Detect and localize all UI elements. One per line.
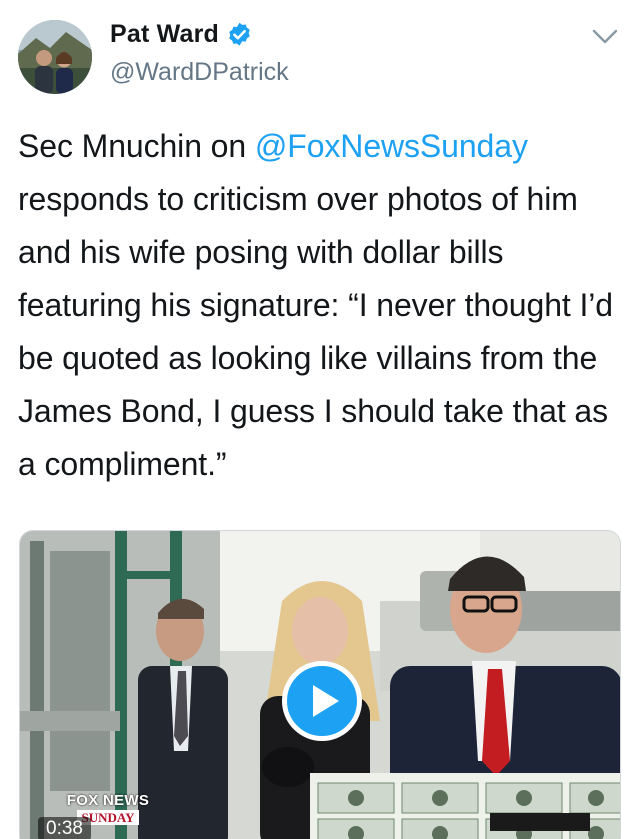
user-name-row[interactable]: Pat Ward [110, 20, 253, 49]
avatar-image [18, 20, 92, 94]
logo-line-1: FOX NEWS [66, 792, 150, 809]
display-name[interactable]: Pat Ward [110, 20, 219, 49]
play-icon [313, 685, 339, 717]
tweet-text-part: Sec Mnuchin on [18, 128, 255, 164]
tweet-text: Sec Mnuchin on @FoxNewsSunday responds t… [18, 120, 623, 491]
user-handle[interactable]: @WardDPatrick [110, 58, 289, 87]
mention-link[interactable]: @FoxNewsSunday [255, 128, 528, 164]
tweet-card[interactable]: Pat Ward @WardDPatrick Sec Mnuchin on @F… [0, 0, 639, 839]
chevron-down-icon[interactable] [590, 26, 620, 48]
verified-badge-icon [226, 21, 253, 48]
tweet-text-part: responds to criticism over photos of him… [18, 181, 613, 482]
play-button[interactable] [282, 661, 362, 741]
video-duration: 0:38 [38, 817, 91, 839]
avatar[interactable] [18, 20, 92, 94]
video-player[interactable]: FOX NEWS SUNDAY 0:38 [19, 530, 621, 839]
